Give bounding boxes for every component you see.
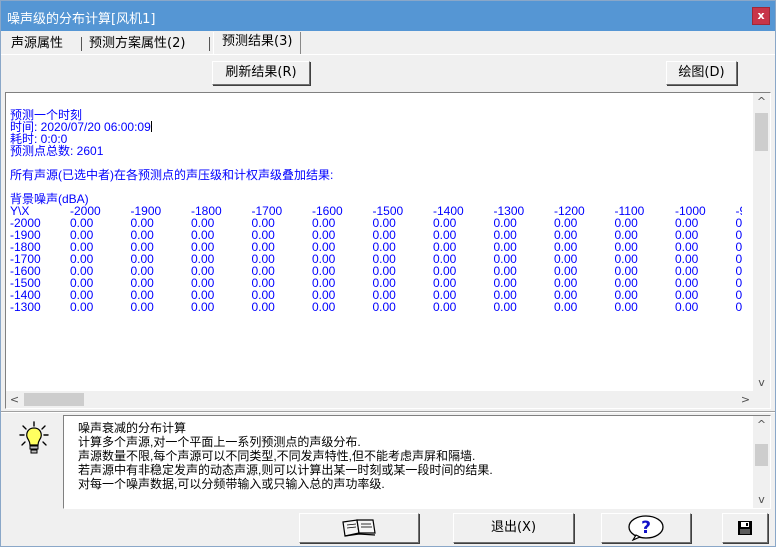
save-icon — [738, 521, 752, 535]
description-panel[interactable]: 噪声衰减的分布计算 计算多个声源,对一个平面上一系列预测点的声级分布. 声源数量… — [63, 415, 771, 509]
tab-underline — [1, 54, 775, 55]
grid-cell: 0.00 — [191, 300, 215, 314]
grid-cell: 0.00 — [554, 300, 578, 314]
scroll-right-icon[interactable]: > — [737, 391, 754, 408]
grid-cell: 0.00 — [675, 300, 699, 314]
plot-button[interactable]: 绘图(D) — [666, 61, 737, 85]
results-output[interactable]: 预测一个时刻 时间: 2020/07/20 06:00:09 耗时: 0:0:0… — [5, 92, 771, 409]
grid-cell: 0.00 — [70, 300, 94, 314]
grid-cell: 0.00 — [312, 300, 336, 314]
description-line: 若声源中有非稳定发声的动态声源,则可以计算出某一时刻或某一段时间的结果. — [78, 463, 493, 477]
scroll-left-icon[interactable]: < — [6, 391, 23, 408]
result-summary: 所有声源(已选中者)在各预测点的声压级和计权声级叠加结果: — [10, 168, 334, 182]
scroll-thumb[interactable] — [24, 393, 84, 406]
scroll-thumb[interactable] — [755, 444, 768, 466]
grid-cell: 0.00 — [614, 300, 638, 314]
grid-row: -1300 0.00 0.00 0.00 0.00 0.00 0.00 0.00 0.00 0.0… — [10, 301, 742, 313]
help-icon: ? — [628, 515, 664, 542]
description-text: 噪声衰减的分布计算 计算多个声源,对一个平面上一系列预测点的声级分布. 声源数量… — [78, 421, 493, 491]
save-button[interactable] — [722, 513, 768, 543]
scroll-down-icon[interactable]: v — [753, 374, 770, 391]
grid-cell: 0.00 — [130, 300, 154, 314]
tab-strip: 声源属性 预测方案属性(2) 预测结果(3) — [1, 32, 775, 55]
tab-source-properties[interactable]: 声源属性 — [11, 34, 63, 54]
scroll-down-icon[interactable]: v — [753, 491, 770, 508]
grid-cell: 0.00 — [433, 300, 457, 314]
main-window: 噪声级的分布计算[风机1] x 声源属性 预测方案属性(2) 预测结果(3) 刷… — [0, 0, 776, 547]
bottom-toolbar: 退出(X) ? — [1, 511, 775, 546]
description-line: 对每一个噪声数据,可以分频带输入或只输入总的声功率级. — [78, 477, 385, 491]
tab-scheme-properties[interactable]: 预测方案属性(2) — [89, 34, 185, 54]
description-scrollbar[interactable]: ^ v — [753, 416, 770, 508]
scroll-up-icon[interactable]: ^ — [753, 93, 770, 110]
results-text: 预测一个时刻 时间: 2020/07/20 06:00:09 耗时: 0:0:0… — [10, 109, 742, 385]
results-vertical-scrollbar[interactable]: ^ v — [753, 93, 770, 391]
result-point-count: 预测点总数: 2601 — [10, 144, 104, 158]
exit-button[interactable]: 退出(X) — [453, 513, 574, 543]
refresh-results-button[interactable]: 刷新结果(R) — [212, 61, 310, 85]
tab-prediction-results[interactable]: 预测结果(3) — [213, 32, 302, 55]
result-grid: Y\X -2000 -1900 -1800 -1700 -1600 -1500 -1400 -1… — [10, 205, 742, 313]
help-glyph: ? — [641, 518, 651, 538]
result-time-row: 时间: 2020/07/20 06:00:09 — [10, 121, 742, 133]
lightbulb-icon — [19, 421, 49, 454]
grid-cell: 0.00 — [493, 300, 517, 314]
tab-separator — [81, 37, 82, 51]
grid-cell: 0.00 — [251, 300, 275, 314]
help-button[interactable]: ? — [601, 513, 691, 543]
text-caret — [150, 121, 152, 132]
description-line: 声源数量不限,每个声源可以不同类型,不同发声特性,但不能考虑声屏和隔墙. — [78, 449, 476, 463]
scroll-thumb[interactable] — [755, 113, 768, 151]
book-icon — [342, 519, 376, 537]
scroll-up-icon[interactable]: ^ — [753, 416, 770, 433]
section-divider — [1, 411, 775, 413]
results-horizontal-scrollbar[interactable]: < > — [6, 391, 754, 408]
result-elapsed: 耗时: 0:0:0 — [10, 132, 68, 146]
grid-row-label: -1300 — [10, 300, 41, 314]
window-title: 噪声级的分布计算[风机1] — [7, 12, 156, 27]
grid-cell: 0.00 — [372, 300, 396, 314]
close-button[interactable]: x — [752, 7, 770, 25]
scroll-corner — [753, 391, 770, 408]
description-title: 噪声衰减的分布计算 — [78, 421, 187, 435]
book-button[interactable] — [299, 513, 419, 543]
title-bar[interactable]: 噪声级的分布计算[风机1] x — [1, 1, 775, 31]
tab-separator — [209, 37, 210, 51]
grid-cell: 0. — [735, 300, 743, 314]
description-line: 计算多个声源,对一个平面上一系列预测点的声级分布. — [78, 435, 361, 449]
